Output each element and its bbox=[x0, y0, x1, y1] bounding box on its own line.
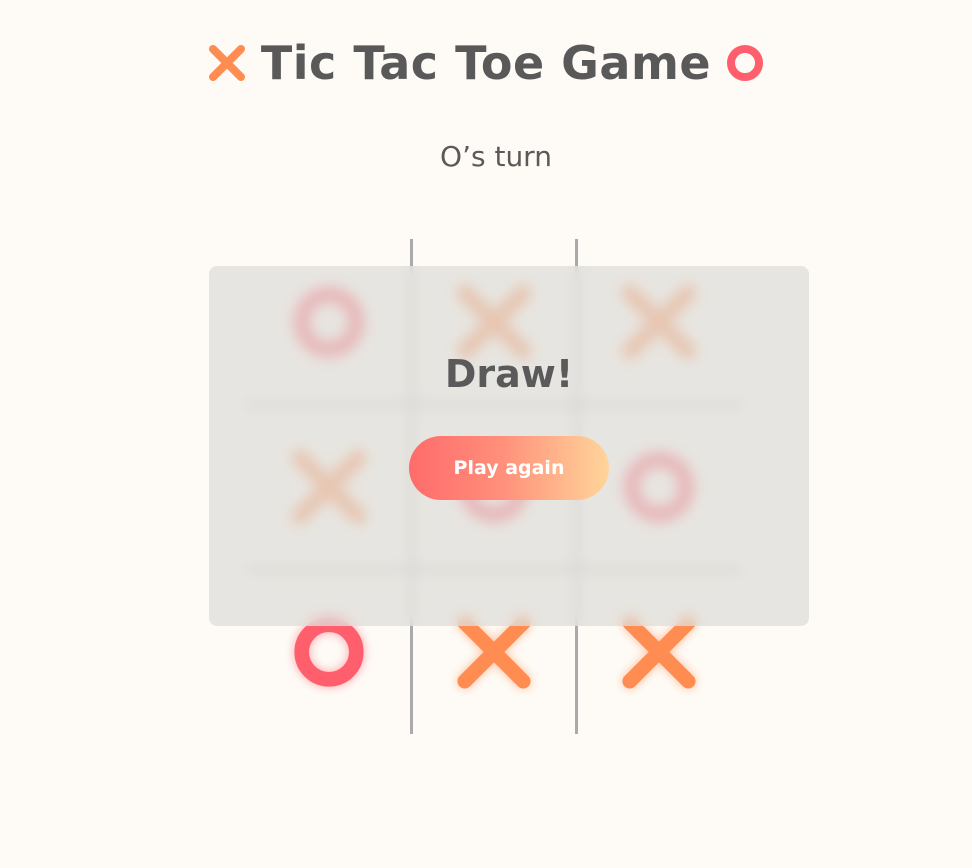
title-text: Tic Tac Toe Game bbox=[260, 36, 712, 90]
page-title: Tic Tac Toe Game bbox=[0, 36, 972, 90]
play-again-button[interactable]: Play again bbox=[409, 436, 609, 500]
result-dialog: Draw! Play again bbox=[209, 266, 809, 626]
x-mark-icon bbox=[208, 45, 245, 81]
result-message: Draw! bbox=[444, 352, 574, 396]
o-mark-icon bbox=[727, 45, 764, 81]
tic-tac-toe-page: Tic Tac Toe Game O’s turn Draw! Play aga… bbox=[0, 0, 972, 868]
turn-status: O’s turn bbox=[440, 140, 552, 173]
